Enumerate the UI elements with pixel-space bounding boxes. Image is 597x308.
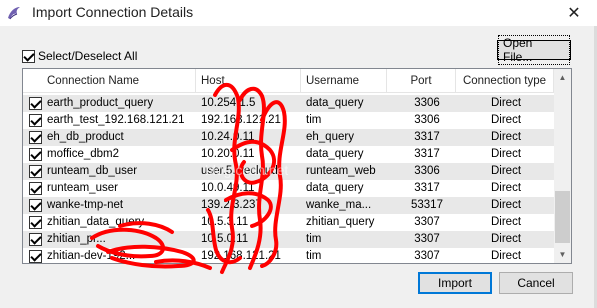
row-checkbox[interactable] (29, 114, 42, 127)
host-cell: 10.24.0.11 (201, 131, 255, 143)
username-cell: data_query (306, 148, 364, 160)
username-cell: wanke_ma... (306, 199, 372, 211)
row-checkbox[interactable] (29, 216, 42, 229)
open-file-button[interactable]: Open File... (497, 35, 571, 65)
port-cell: 53317 (411, 199, 443, 211)
table-row[interactable]: zhitian_data_query 10.5.3.11 zhitian_query… (23, 214, 554, 231)
scroll-up-icon[interactable]: ▲ (554, 69, 571, 86)
scroll-thumb[interactable] (555, 191, 570, 243)
username-cell: tim (306, 250, 322, 262)
host-cell: 10.0.49.11 (201, 182, 255, 194)
connections-table: Connection Name Host Username Port Conne… (22, 68, 572, 264)
username-cell: eh_query (306, 131, 354, 143)
cancel-button[interactable]: Cancel (499, 272, 573, 294)
column-header-host[interactable]: Host (196, 69, 301, 93)
connection-type-cell: Direct (490, 148, 522, 160)
dialog-body: Select/Deselect All Open File... Connect… (0, 26, 597, 308)
row-checkbox[interactable] (29, 233, 42, 246)
username-cell: zhitian_query (306, 216, 375, 228)
username-cell: tim (306, 233, 322, 245)
title-bar: Import Connection Details ✕ (0, 0, 597, 26)
table-row[interactable]: wanke-tmp-net 139.2.3.237 wanke_ma... 53317… (23, 197, 554, 214)
connection-name-cell: zhitian_data_query (47, 216, 145, 228)
connection-type-cell: Direct (490, 182, 522, 194)
host-cell: 139.2.3.237 (201, 199, 262, 211)
connection-name-cell: moffice_dbm2 (47, 148, 120, 160)
table-row[interactable]: earth_product_query 10.254.1.5 data_query 3… (23, 95, 554, 112)
column-header-port[interactable]: Port (387, 69, 456, 93)
port-cell: 3317 (414, 182, 440, 194)
port-cell: 3307 (414, 216, 440, 228)
vertical-scrollbar[interactable]: ▲ ▼ (554, 69, 571, 263)
scroll-down-icon[interactable]: ▼ (554, 246, 571, 263)
column-header-connection-name[interactable]: Connection Name (23, 69, 196, 93)
table-row[interactable]: runteam_user 10.0.49.11 data_query 3317 Dire… (23, 180, 554, 197)
table-row[interactable]: moffice_dbm2 10.20.0.11 data_query 3317 Dire… (23, 146, 554, 163)
open-file-label: Open File... (498, 35, 570, 65)
connection-name-cell: runteam_db_user (47, 165, 138, 177)
table-row[interactable]: zhitian-dev-192... 192.168.121.21 tim 3307 D… (23, 248, 554, 263)
connection-name-cell: earth_test_192.168.121.21 (47, 114, 185, 126)
table-header: Connection Name Host Username Port Conne… (23, 69, 554, 93)
row-checkbox[interactable] (29, 165, 42, 178)
connection-name-cell: eh_db_product (47, 131, 124, 143)
port-cell: 3317 (414, 131, 440, 143)
port-cell: 3306 (414, 165, 440, 177)
select-all-label: Select/Deselect All (38, 49, 138, 63)
connection-type-cell: Direct (490, 199, 522, 211)
connection-type-cell: Direct (490, 97, 522, 109)
port-cell: 3306 (414, 114, 440, 126)
connection-name-cell: zhitian_pr... (47, 233, 106, 245)
row-checkbox[interactable] (29, 97, 42, 110)
host-cell: 10.5.3.11 (201, 216, 249, 228)
table-row[interactable]: runteam_db_user user.5.wecloud runteam_web… (23, 163, 554, 180)
connection-name-cell: wanke-tmp-net (47, 199, 124, 211)
connection-type-cell: Direct (490, 114, 522, 126)
column-header-username[interactable]: Username (301, 69, 387, 93)
window-title: Import Connection Details (32, 4, 194, 20)
host-cell: 192.168.121.21 (201, 250, 281, 262)
table-row[interactable]: eh_db_product 10.24.0.11 eh_query 3317 Direc… (23, 129, 554, 146)
table-row[interactable]: earth_test_192.168.121.21 192.168.121.21 t… (23, 112, 554, 129)
row-checkbox[interactable] (29, 182, 42, 195)
row-checkbox[interactable] (29, 148, 42, 161)
cancel-label: Cancel (517, 276, 555, 290)
connection-type-cell: Direct (490, 131, 522, 143)
host-cell: 192.168.121.21 (201, 114, 281, 126)
port-cell: 3307 (414, 250, 440, 262)
username-cell: tim (306, 114, 322, 126)
close-icon: ✕ (567, 5, 581, 22)
close-button[interactable]: ✕ (551, 0, 597, 26)
host-cell: 10.5.0.11 (201, 233, 249, 245)
row-checkbox[interactable] (29, 131, 42, 144)
row-checkbox[interactable] (29, 199, 42, 212)
checkbox-icon[interactable] (22, 49, 35, 63)
watermark-text: blog.csdn.net (205, 162, 289, 178)
connection-type-cell: Direct (490, 216, 522, 228)
username-cell: data_query (306, 97, 364, 109)
row-checkbox[interactable] (29, 250, 42, 263)
port-cell: 3307 (414, 233, 440, 245)
connection-type-cell: Direct (490, 250, 522, 262)
host-cell: 10.20.0.11 (201, 148, 255, 160)
username-cell: data_query (306, 182, 364, 194)
select-all-checkbox[interactable]: Select/Deselect All (22, 49, 137, 63)
port-cell: 3317 (414, 148, 440, 160)
app-dolphin-icon (8, 7, 20, 20)
connection-name-cell: earth_product_query (47, 97, 154, 109)
column-header-connection-type[interactable]: Connection type (456, 69, 554, 93)
import-label: Import (437, 276, 472, 290)
connection-type-cell: Direct (490, 165, 522, 177)
username-cell: runteam_web (306, 165, 376, 177)
connection-type-cell: Direct (490, 233, 522, 245)
import-button[interactable]: Import (418, 272, 492, 294)
connection-name-cell: zhitian-dev-192... (47, 250, 136, 262)
table-row[interactable]: zhitian_pr... 10.5.0.11 tim 3307 Direct (23, 231, 554, 248)
host-cell: 10.254.1.5 (201, 97, 256, 109)
connection-name-cell: runteam_user (47, 182, 118, 194)
port-cell: 3306 (414, 97, 440, 109)
